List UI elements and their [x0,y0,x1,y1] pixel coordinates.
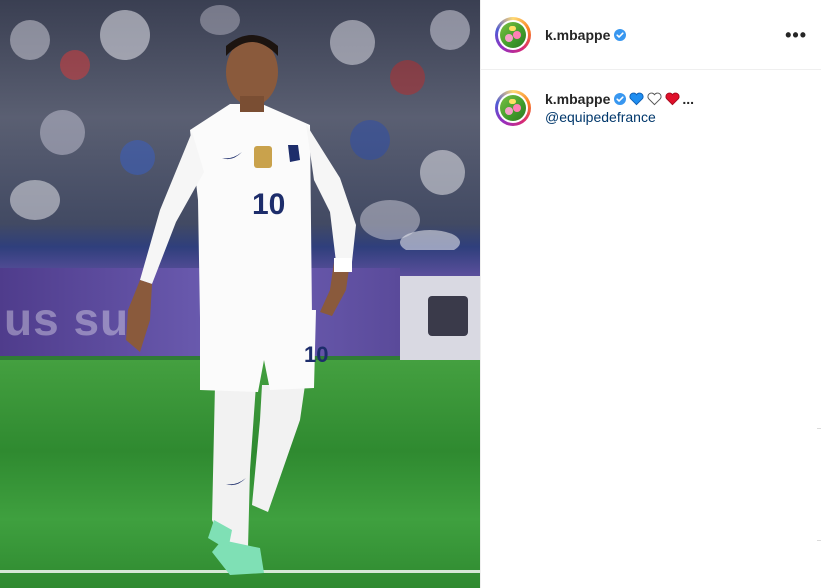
caption-body: k.mbappe ... @equipedefrance [545,90,694,126]
edge-mark [817,428,821,429]
caption-mention[interactable]: @equipedefrance [545,108,694,126]
avatar[interactable] [495,16,531,53]
caption-ellipsis: ... [682,91,695,107]
white-heart-icon [647,92,662,106]
red-heart-icon [665,92,680,106]
verified-badge-icon [614,28,627,41]
instagram-post: us sur 10 10 k.mbappe ••• k.mbappe ... @… [0,0,821,588]
post-sidebar: k.mbappe ••• k.mbappe ... @equipedefranc… [480,0,821,588]
post-photo[interactable]: us sur 10 10 [0,0,480,588]
avatar-ring [498,93,528,123]
edge-mark [817,540,821,541]
player-figure: 10 10 [126,35,356,575]
caption-username[interactable]: k.mbappe [545,90,610,108]
jersey-number: 10 [252,188,285,221]
verified-badge-icon [614,93,627,105]
avatar-image [500,95,526,121]
blue-heart-icon [629,92,644,106]
caption: k.mbappe ... @equipedefrance [481,70,821,126]
more-options-icon[interactable]: ••• [785,26,807,44]
shorts-number: 10 [304,342,328,367]
caption-line: k.mbappe ... [545,90,694,108]
header-username[interactable]: k.mbappe [545,27,610,43]
avatar-ring [498,19,528,50]
caption-avatar[interactable] [495,90,531,126]
post-header: k.mbappe ••• [481,0,821,70]
avatar-image [500,21,526,48]
